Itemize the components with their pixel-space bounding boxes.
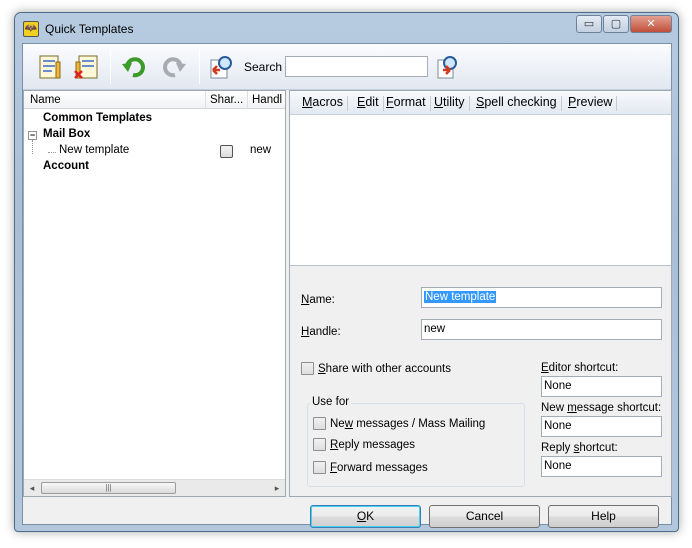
tree-header: Name Shar... Handl [24, 91, 285, 109]
toolbar-separator [110, 50, 111, 84]
menu-utility[interactable]: Utility [430, 96, 470, 111]
menu-format[interactable]: Format [382, 96, 431, 111]
reply-shortcut-field[interactable]: None [541, 456, 662, 477]
handle-field[interactable]: new [421, 319, 662, 340]
close-button[interactable]: ✕ [630, 15, 672, 33]
new-template-icon[interactable] [35, 52, 65, 82]
dialog-client-area: Search Name Shar... Handl Common Templat… [22, 43, 672, 528]
column-header-name[interactable]: Name [30, 94, 200, 106]
handle-label: Handle: [301, 326, 341, 338]
scroll-left-icon[interactable]: ◂ [27, 483, 37, 494]
menu-edit[interactable]: Edit [353, 96, 384, 111]
tree-item-label: Mail Box [43, 128, 91, 140]
app-icon[interactable]: 🦇 [23, 21, 39, 37]
search-go-icon[interactable] [433, 52, 463, 82]
minimize-button[interactable]: ▭ [576, 15, 602, 33]
name-label: Name: [301, 294, 335, 306]
menu-macros[interactable]: Macros [298, 96, 348, 111]
tree-item-new-template[interactable]: New template new [24, 144, 285, 160]
tree-item-mail-box[interactable]: − Mail Box [24, 128, 285, 154]
template-editor-panel: Macros Edit Format Utility Spell checkin… [289, 90, 672, 497]
cancel-button[interactable]: Cancel [429, 505, 540, 528]
use-for-title: Use for [310, 396, 352, 408]
tree-item-label: Common Templates [43, 112, 153, 124]
tree-item-common-templates[interactable]: Common Templates [24, 112, 285, 128]
tree-item-account[interactable]: Account [24, 160, 285, 176]
redo-icon[interactable] [159, 52, 189, 82]
search-label: Search [244, 60, 283, 74]
new-messages-checkbox[interactable] [313, 417, 326, 430]
template-properties-form: Name: New template Handle: new Share wit… [290, 271, 671, 498]
scroll-right-icon[interactable]: ▸ [272, 483, 282, 494]
help-button[interactable]: Help [548, 505, 659, 528]
shared-checkbox[interactable] [220, 145, 233, 158]
scrollbar-thumb[interactable]: ||| [41, 482, 176, 494]
search-input[interactable] [285, 56, 428, 77]
horizontal-scrollbar[interactable]: ◂ ||| ▸ [24, 479, 285, 496]
editor-menu-bar: Macros Edit Format Utility Spell checkin… [290, 91, 671, 115]
undo-icon[interactable] [119, 52, 149, 82]
editor-shortcut-field[interactable]: None [541, 376, 662, 397]
reply-shortcut-label: Reply shortcut: [541, 442, 618, 454]
new-message-shortcut-label: New message shortcut: [541, 402, 662, 414]
toolbar: Search [23, 44, 671, 90]
tree-item-label: Account [43, 160, 89, 172]
column-divider[interactable] [247, 91, 248, 109]
forward-messages-checkbox[interactable] [313, 461, 326, 474]
column-header-shared[interactable]: Shar... [210, 94, 246, 106]
ok-button[interactable]: OK [310, 505, 421, 528]
title-bar[interactable]: 🦇 Quick Templates ▭ ▢ ✕ [15, 13, 678, 43]
new-messages-label[interactable]: New messages / Mass Mailing [330, 418, 485, 430]
tree-item-label: New template [59, 144, 130, 156]
menu-preview[interactable]: Preview [564, 96, 618, 111]
find-icon[interactable] [207, 52, 237, 82]
reply-messages-checkbox[interactable] [313, 438, 326, 451]
menu-spell-checking[interactable]: Spell checking [472, 96, 562, 111]
template-text-editor[interactable] [290, 115, 671, 266]
editor-shortcut-label: Editor shortcut: [541, 362, 619, 374]
quick-templates-window: 🦇 Quick Templates ▭ ▢ ✕ Search Name Shar… [14, 12, 679, 532]
window-title: Quick Templates [45, 22, 134, 36]
column-divider[interactable] [205, 91, 206, 109]
share-accounts-label[interactable]: Share with other accounts [318, 363, 451, 375]
collapse-icon[interactable]: − [28, 131, 37, 140]
delete-template-icon[interactable] [71, 52, 101, 82]
toolbar-separator [199, 50, 200, 84]
forward-messages-label[interactable]: Forward messages [330, 462, 428, 474]
maximize-button[interactable]: ▢ [603, 15, 629, 33]
share-accounts-checkbox[interactable] [301, 362, 314, 375]
reply-messages-label[interactable]: Reply messages [330, 439, 415, 451]
name-field[interactable]: New template [421, 287, 662, 308]
caption-buttons: ▭ ▢ ✕ [575, 15, 672, 33]
new-message-shortcut-field[interactable]: None [541, 416, 662, 437]
tree-item-handle: new [250, 144, 272, 156]
column-header-handle[interactable]: Handl [252, 94, 285, 106]
tree-connector [48, 152, 56, 153]
template-tree[interactable]: Name Shar... Handl Common Templates − Ma… [23, 90, 286, 497]
